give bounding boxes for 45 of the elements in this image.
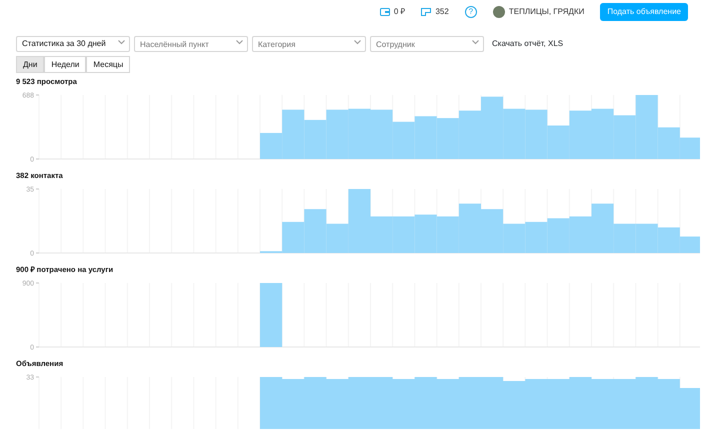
- tick-mark: [36, 282, 40, 284]
- bar: [547, 218, 570, 253]
- wallet-icon: [380, 8, 390, 16]
- card-icon: [421, 8, 432, 16]
- bar: [503, 108, 526, 159]
- bar: [326, 110, 348, 159]
- bar: [348, 108, 370, 159]
- bar: [370, 110, 393, 159]
- period-tab[interactable]: Месяцы: [86, 56, 130, 73]
- avatar[interactable]: [492, 6, 505, 18]
- tick-mark: [36, 346, 40, 348]
- tick-mark: [36, 376, 40, 378]
- caret-icon: [354, 40, 361, 45]
- filter-select[interactable]: Статистика за 30 дней: [16, 36, 130, 52]
- tick-mark: [36, 188, 40, 190]
- caret-icon: [118, 40, 125, 45]
- bar: [414, 116, 437, 159]
- bar: [458, 204, 481, 253]
- listings-count[interactable]: 352: [435, 6, 449, 18]
- tick-mark: [36, 158, 40, 160]
- account-name[interactable]: ТЕПЛИЦЫ, ГРЯДКИ: [508, 6, 584, 18]
- bar: [414, 214, 437, 253]
- bar: [592, 108, 614, 159]
- caret-icon: [472, 40, 479, 45]
- bar: [392, 216, 415, 253]
- tick-mark: [36, 94, 40, 96]
- caret-icon: [236, 40, 243, 45]
- bar: [569, 216, 592, 253]
- download-report-link[interactable]: Скачать отчёт, XLS: [492, 38, 564, 50]
- filter-field[interactable]: Населённый пункт: [134, 36, 248, 52]
- bar: [481, 96, 504, 159]
- bar: [436, 216, 459, 253]
- period-tab[interactable]: Дни: [16, 56, 44, 73]
- filter-field[interactable]: Сотрудник: [370, 36, 484, 52]
- bar: [392, 122, 415, 159]
- period-tab[interactable]: Недели: [44, 56, 86, 73]
- tick-mark: [36, 252, 40, 254]
- bar: [304, 120, 326, 159]
- wallet-balance[interactable]: 0 ₽: [394, 6, 406, 18]
- bar: [458, 110, 481, 159]
- filter-field[interactable]: Категория: [252, 36, 366, 52]
- bar: [636, 224, 658, 253]
- bar: [525, 222, 548, 253]
- bar: [436, 118, 459, 159]
- bar: [260, 283, 282, 347]
